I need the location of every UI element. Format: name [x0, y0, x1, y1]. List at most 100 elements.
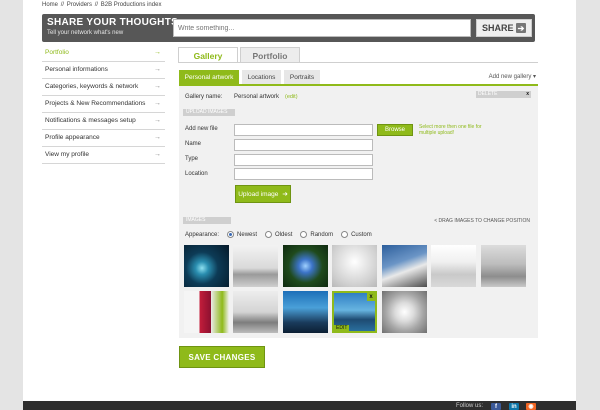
- name-label: Name: [185, 141, 202, 147]
- breadcrumb-separator: //: [94, 2, 99, 8]
- upload-images-header: UPLOAD IMAGES: [183, 109, 235, 116]
- radio-label: Random: [310, 231, 334, 238]
- image-thumbnail[interactable]: [382, 245, 427, 287]
- image-thumbnail[interactable]: [184, 245, 229, 287]
- radio-label: Custom: [351, 231, 372, 238]
- type-label: Type: [185, 156, 199, 162]
- gallery-name-value: Personal artwork: [234, 94, 280, 100]
- save-changes-button[interactable]: SAVE CHANGES: [179, 346, 265, 368]
- image-thumbnail[interactable]: [283, 245, 328, 287]
- arrow-right-icon: ➔: [282, 191, 288, 198]
- add-file-input[interactable]: [234, 124, 373, 136]
- share-bar: SHARE YOUR THOUGHTS Tell your network wh…: [42, 14, 535, 42]
- radio-icon: [300, 231, 308, 238]
- image-thumbnail-selected[interactable]: x EDIT: [332, 291, 377, 333]
- sidebar-item-portfolio[interactable]: Portfolio →: [42, 45, 165, 62]
- arrow-right-icon: →: [154, 66, 161, 73]
- image-thumbnail[interactable]: [283, 291, 328, 333]
- images-header: IMAGES: [183, 217, 231, 224]
- radio-icon: [341, 231, 349, 238]
- share-button-label: SHARE: [482, 23, 514, 33]
- sidebar-item-label: Portfolio: [45, 49, 69, 56]
- browse-button[interactable]: Browse: [377, 124, 413, 136]
- arrow-right-icon: ➔: [516, 23, 526, 33]
- gallery-subtabs: Personal artwork Locations Portraits Add…: [179, 69, 538, 84]
- arrow-right-icon: →: [154, 134, 161, 141]
- browse-hint: Select more then one file for multiple u…: [419, 124, 482, 136]
- upload-image-button[interactable]: Upload image ➔: [235, 185, 291, 203]
- breadcrumb-current: B2B Productions index: [100, 2, 162, 8]
- sidebar-item-personal-informations[interactable]: Personal informations →: [42, 62, 165, 79]
- gallery-panel: Personal artwork Locations Portraits Add…: [179, 69, 538, 338]
- location-label: Location: [185, 171, 208, 177]
- image-thumbnail[interactable]: [233, 291, 278, 333]
- subtab-locations[interactable]: Locations: [242, 70, 281, 84]
- sidebar-item-label: Projects & New Recommendations: [45, 100, 146, 107]
- tab-gallery[interactable]: Gallery: [178, 47, 238, 63]
- subtab-underline: [179, 84, 538, 86]
- footer: Follow us: f in ◉: [23, 401, 576, 410]
- sidebar-item-categories[interactable]: Categories, keywords & network →: [42, 79, 165, 96]
- subtab-personal-artwork[interactable]: Personal artwork: [179, 70, 239, 84]
- name-input[interactable]: [234, 139, 373, 151]
- radio-newest[interactable]: Newest: [227, 231, 257, 238]
- sidebar-item-label: Profile appearance: [45, 134, 100, 141]
- close-icon: x: [526, 91, 529, 97]
- image-thumbnail[interactable]: [382, 291, 427, 333]
- drag-hint: < DRAG IMAGES TO CHANGE POSITION: [434, 218, 530, 224]
- image-thumbnail[interactable]: [431, 245, 476, 287]
- arrow-right-icon: →: [154, 100, 161, 107]
- radio-icon: [265, 231, 273, 238]
- breadcrumb-home[interactable]: Home: [42, 2, 58, 8]
- sidebar-item-notifications[interactable]: Notifications & messages setup →: [42, 113, 165, 130]
- image-thumbnail[interactable]: [332, 245, 377, 287]
- arrow-right-icon: →: [154, 117, 161, 124]
- sidebar: Portfolio → Personal informations → Catego…: [42, 45, 165, 164]
- image-thumbnail[interactable]: [233, 245, 278, 287]
- radio-oldest[interactable]: Oldest: [265, 231, 292, 238]
- sidebar-item-label: Categories, keywords & network: [45, 83, 139, 90]
- radio-random[interactable]: Random: [300, 231, 333, 238]
- share-button[interactable]: SHARE ➔: [476, 19, 532, 37]
- facebook-icon[interactable]: f: [491, 403, 501, 410]
- arrow-right-icon: →: [154, 151, 161, 158]
- edit-image-button[interactable]: EDIT: [334, 325, 350, 331]
- share-title: SHARE YOUR THOUGHTS: [47, 17, 179, 28]
- sidebar-item-view-profile[interactable]: View my profile →: [42, 147, 165, 164]
- subtab-portraits[interactable]: Portraits: [284, 70, 320, 84]
- sidebar-item-label: Notifications & messages setup: [45, 117, 136, 124]
- sidebar-item-label: View my profile: [45, 151, 89, 158]
- radio-custom[interactable]: Custom: [341, 231, 372, 238]
- type-input[interactable]: [234, 154, 373, 166]
- appearance-label: Appearance:: [185, 231, 220, 238]
- sidebar-item-projects[interactable]: Projects & New Recommendations →: [42, 96, 165, 113]
- image-thumbnail[interactable]: [184, 291, 229, 333]
- radio-selected-icon: [227, 231, 235, 238]
- delete-label: DELETE: [478, 91, 498, 97]
- linkedin-icon[interactable]: in: [509, 403, 519, 410]
- sidebar-item-profile-appearance[interactable]: Profile appearance →: [42, 130, 165, 147]
- tab-divider: [178, 62, 538, 63]
- radio-label: Oldest: [275, 231, 293, 238]
- upload-image-label: Upload image: [238, 190, 279, 198]
- gallery-name-edit-link[interactable]: (edit): [285, 94, 298, 100]
- radio-label: Newest: [237, 231, 258, 238]
- remove-image-icon[interactable]: x: [367, 293, 375, 301]
- breadcrumb-separator: //: [60, 2, 65, 8]
- follow-us-label: Follow us:: [456, 403, 484, 409]
- add-file-label: Add new file: [185, 126, 218, 132]
- breadcrumb: Home // Providers // B2B Productions ind…: [42, 2, 162, 8]
- arrow-right-icon: →: [154, 83, 161, 90]
- share-input[interactable]: [173, 19, 471, 37]
- appearance-options: Appearance: Newest Oldest Random Custom: [185, 231, 372, 238]
- tab-portfolio[interactable]: Portfolio: [240, 47, 300, 63]
- share-subtitle: Tell your network what's new: [47, 30, 124, 36]
- sidebar-item-label: Personal informations: [45, 66, 108, 73]
- breadcrumb-providers[interactable]: Providers: [67, 2, 92, 8]
- delete-gallery-button[interactable]: DELETE x: [476, 91, 531, 98]
- location-input[interactable]: [234, 168, 373, 180]
- arrow-right-icon: →: [154, 49, 161, 56]
- rss-icon[interactable]: ◉: [526, 403, 536, 410]
- add-gallery-link[interactable]: Add new gallery ▾: [489, 73, 536, 80]
- image-thumbnail[interactable]: [481, 245, 526, 287]
